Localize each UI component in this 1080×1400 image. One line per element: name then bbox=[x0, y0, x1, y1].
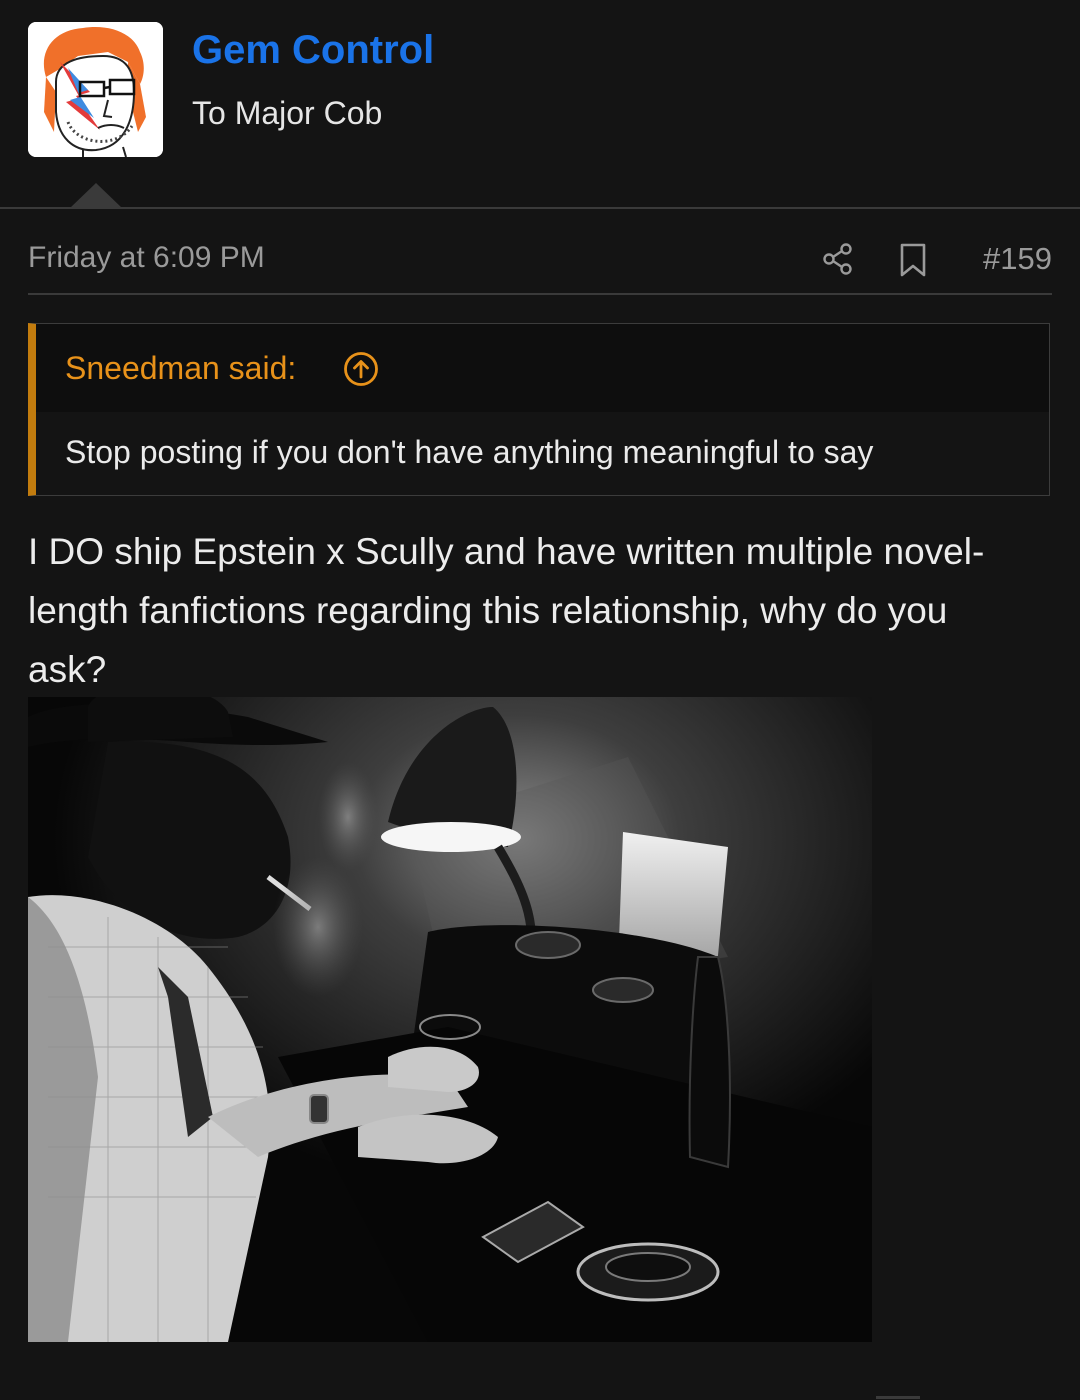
user-title: To Major Cob bbox=[192, 95, 383, 131]
avatar[interactable] bbox=[28, 22, 163, 157]
quote-author-link[interactable]: Sneedman said: bbox=[65, 350, 296, 387]
post-date-link[interactable]: Friday at 6:09 PM bbox=[28, 241, 265, 275]
user-header: Gem Control To Major Cob bbox=[0, 0, 1080, 209]
post-number-link[interactable]: #159 bbox=[983, 241, 1052, 277]
noir-typewriter-photo bbox=[28, 697, 872, 1342]
quote-block: Sneedman said: Stop posting if you don't… bbox=[28, 323, 1050, 496]
share-icon[interactable] bbox=[821, 242, 855, 276]
bottom-divider bbox=[876, 1396, 920, 1399]
bookmark-icon[interactable] bbox=[898, 242, 928, 278]
post-body-text: I DO ship Epstein x Scully and have writ… bbox=[28, 531, 985, 690]
header-divider bbox=[0, 207, 1080, 209]
username-link[interactable]: Gem Control bbox=[192, 28, 434, 73]
arrow-up-circle-icon[interactable] bbox=[343, 351, 379, 387]
forum-post: Gem Control To Major Cob Friday at 6:09 … bbox=[0, 0, 1080, 1400]
header-pointer-arrow bbox=[70, 183, 122, 208]
quote-header: Sneedman said: bbox=[36, 324, 1049, 412]
message-attribution: Friday at 6:09 PM #159 bbox=[28, 236, 1052, 286]
quote-content: Stop posting if you don't have anything … bbox=[65, 434, 874, 470]
post-image[interactable] bbox=[28, 697, 872, 1342]
meta-divider bbox=[28, 293, 1052, 295]
avatar-image bbox=[28, 22, 163, 157]
